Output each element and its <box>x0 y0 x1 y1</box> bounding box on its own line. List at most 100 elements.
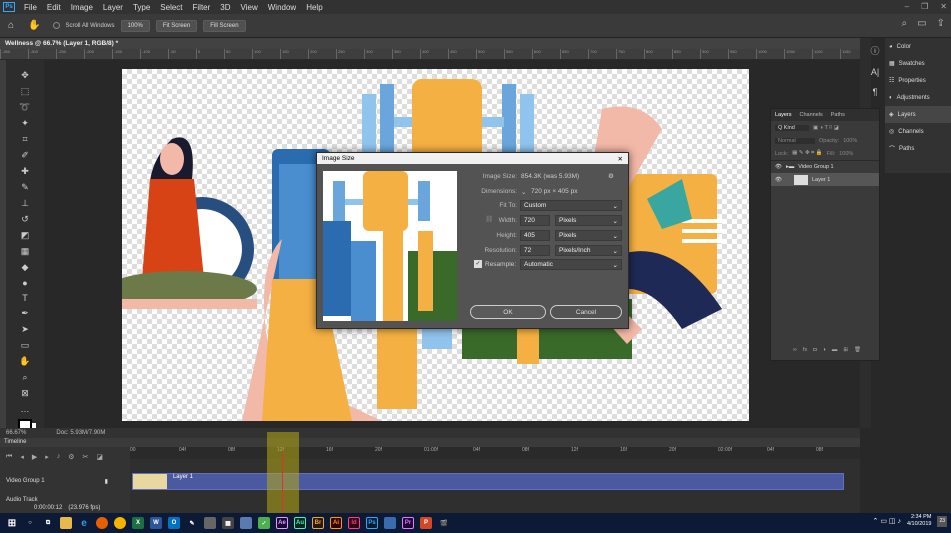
photoshop-icon[interactable]: Ps <box>366 517 378 529</box>
zoom-tool-icon[interactable]: ⌕ <box>22 372 27 383</box>
menu-3d[interactable]: 3D <box>215 3 235 12</box>
clapper-icon[interactable]: 🎬 <box>438 517 450 529</box>
new-layer-icon[interactable]: ⊞ <box>843 347 848 353</box>
app-icon[interactable] <box>240 517 252 529</box>
panel-paths[interactable]: ⌒ Paths <box>885 140 951 157</box>
notification-badge[interactable]: 23 <box>937 515 947 527</box>
menu-window[interactable]: Window <box>263 3 301 12</box>
windows-start-icon[interactable]: ⊞ <box>6 517 18 529</box>
video-clip[interactable]: Layer 1 <box>132 473 844 490</box>
frame-tool-icon[interactable]: ⊠ <box>21 388 29 399</box>
document-tab[interactable]: Wellness @ 66.7% (Layer 1, RGB/8) * <box>0 38 860 49</box>
premiere-icon[interactable]: Pr <box>402 517 414 529</box>
stamp-tool-icon[interactable]: ⊥ <box>21 198 29 209</box>
paragraph-icon[interactable]: ¶ <box>873 87 878 97</box>
panel-layers[interactable]: ◈ Layers <box>885 106 951 123</box>
illustrator-icon[interactable]: Ai <box>330 517 342 529</box>
brush-tool-icon[interactable]: ✎ <box>21 182 29 193</box>
menu-file[interactable]: File <box>19 3 42 12</box>
shape-tool-icon[interactable]: ▭ <box>21 340 30 351</box>
menu-layer[interactable]: Layer <box>98 3 128 12</box>
word-icon[interactable]: W <box>150 517 162 529</box>
panel-channels[interactable]: ◎ Channels <box>885 123 951 140</box>
adjustment-layer-icon[interactable]: ◑ <box>823 347 826 353</box>
app-icon[interactable]: ✓ <box>258 517 270 529</box>
zoom-100-button[interactable]: 100% <box>120 19 150 32</box>
edge-icon[interactable]: e <box>78 517 90 529</box>
panel-adjustments[interactable]: ◐ Adjustments <box>885 89 951 106</box>
tab-paths[interactable]: Paths <box>831 112 845 118</box>
calculator-icon[interactable]: ▦ <box>222 517 234 529</box>
lasso-tool-icon[interactable]: ➰ <box>19 102 30 113</box>
visibility-eye-icon[interactable]: 👁 <box>775 177 782 183</box>
resolution-unit-select[interactable]: Pixels/Inch ⌄ <box>555 245 622 256</box>
menu-edit[interactable]: Edit <box>42 3 66 12</box>
restore-icon[interactable]: ❐ <box>921 2 928 11</box>
move-tool-icon[interactable]: ✥ <box>21 70 29 81</box>
character-icon[interactable]: A| <box>871 67 879 77</box>
new-group-icon[interactable]: ▬ <box>832 347 838 353</box>
tab-layers[interactable]: Layers <box>775 112 792 118</box>
crop-tool-icon[interactable]: ⌗ <box>22 134 27 145</box>
panel-color[interactable]: ◕ Color <box>885 38 951 55</box>
prev-frame-icon[interactable]: ◂ <box>20 453 24 461</box>
layer-kind-select[interactable]: Q Kind <box>775 124 809 131</box>
close-icon[interactable]: ✕ <box>940 2 947 11</box>
opacity-input[interactable]: 100% <box>843 138 857 144</box>
cancel-button[interactable]: Cancel <box>550 305 622 319</box>
gear-icon[interactable]: ⚙ <box>608 172 614 180</box>
blur-tool-icon[interactable]: ◆ <box>22 262 29 273</box>
panel-properties[interactable]: ☷ Properties <box>885 72 951 89</box>
hand-tool-icon[interactable]: ✋ <box>28 20 40 31</box>
type-tool-icon[interactable]: T <box>22 293 28 303</box>
resample-select[interactable]: Automatic ⌄ <box>520 259 622 270</box>
width-unit-select[interactable]: Pixels ⌄ <box>555 215 622 226</box>
visibility-eye-icon[interactable]: 👁 <box>775 164 782 170</box>
share-icon[interactable]: ⇪ <box>937 18 945 29</box>
transition-icon[interactable]: ◪ <box>96 453 103 461</box>
excel-icon[interactable]: X <box>132 517 144 529</box>
after-effects-icon[interactable]: Ae <box>276 517 288 529</box>
chrome-icon[interactable] <box>114 517 126 529</box>
outlook-icon[interactable]: O <box>168 517 180 529</box>
menu-view[interactable]: View <box>236 3 263 12</box>
film-icon[interactable]: ▮ <box>105 478 108 485</box>
more-tools-icon[interactable]: … <box>21 404 30 414</box>
dialog-title-bar[interactable]: Image Size ✕ <box>317 153 628 164</box>
app-icon[interactable]: ✎ <box>186 517 198 529</box>
first-frame-icon[interactable]: ⏮ <box>6 453 12 461</box>
fit-to-select[interactable]: Custom ⌄ <box>520 200 622 211</box>
split-icon[interactable]: ✂ <box>83 453 89 461</box>
dodge-tool-icon[interactable]: ● <box>22 278 27 288</box>
resolution-input[interactable]: 72 <box>520 245 550 256</box>
search-icon[interactable]: ⌕ <box>902 18 908 29</box>
fit-screen-button[interactable]: Fit Screen <box>155 19 198 32</box>
settings-icon[interactable]: ⚙ <box>68 453 74 461</box>
app-icon[interactable] <box>384 517 396 529</box>
dialog-preview[interactable] <box>323 171 457 321</box>
filter-icons[interactable]: ▣ ◑ T ⌑ ◪ <box>813 125 839 131</box>
lock-icons[interactable]: ▦ ✎ ✥ ⌗ 🔒 <box>792 150 822 157</box>
next-frame-icon[interactable]: ▸ <box>45 453 49 461</box>
eraser-tool-icon[interactable]: ◩ <box>21 230 30 241</box>
audition-icon[interactable]: Au <box>294 517 306 529</box>
file-explorer-icon[interactable] <box>60 517 72 529</box>
height-unit-select[interactable]: Pixels ⌄ <box>555 230 622 241</box>
zoom-level[interactable]: 66.67% <box>6 430 26 436</box>
magic-wand-tool-icon[interactable]: ✦ <box>21 118 29 129</box>
menu-type[interactable]: Type <box>128 3 155 12</box>
audio-icon[interactable]: ♪ <box>57 453 61 461</box>
hand-tool-icon[interactable]: ✋ <box>19 356 30 367</box>
panel-swatches[interactable]: ▦ Swatches <box>885 55 951 72</box>
fill-screen-button[interactable]: Fill Screen <box>203 19 246 32</box>
powerpoint-icon[interactable]: P <box>420 517 432 529</box>
menu-select[interactable]: Select <box>155 3 187 12</box>
fill-input[interactable]: 100% <box>839 151 853 157</box>
ok-button[interactable]: OK <box>470 305 546 319</box>
width-input[interactable]: 720 <box>520 215 550 226</box>
workspace-icon[interactable]: ▭ <box>917 18 926 29</box>
layer-row-group[interactable]: 👁 ▸▬ Video Group 1 <box>771 160 879 173</box>
link-icon[interactable]: ∞ <box>793 347 797 353</box>
photoshop-logo-icon[interactable]: Ps <box>3 2 15 12</box>
search-icon[interactable]: ○ <box>24 517 36 529</box>
